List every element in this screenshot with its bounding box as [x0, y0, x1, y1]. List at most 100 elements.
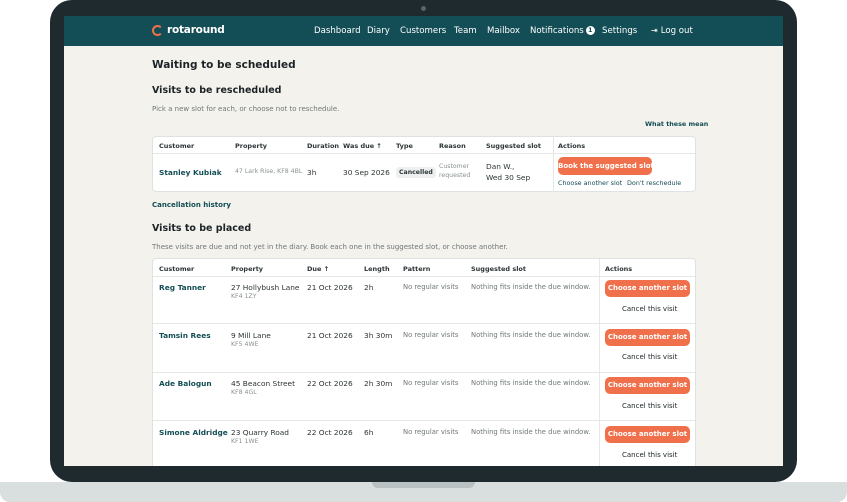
reschedule-table: Customer Property Duration Was due ↑ Typ… [152, 136, 696, 192]
status-badge: Cancelled [396, 167, 436, 178]
nav-customers[interactable]: Customers [400, 26, 446, 36]
row-street: 23 Quarry Road [231, 428, 289, 437]
col-duration: Duration [307, 142, 340, 150]
row-postcode: KF1 1WE [231, 438, 259, 445]
nav-diary[interactable]: Diary [367, 26, 390, 36]
row-length: 3h 30m [364, 331, 393, 340]
col-actions: Actions [605, 265, 633, 273]
brand-name: rotaround [167, 24, 225, 36]
top-nav: rotaround Dashboard Diary Customers Team… [64, 16, 783, 46]
nav-notifications[interactable]: Notifications 1 [530, 26, 595, 36]
col-length: Length [364, 265, 390, 273]
nav-settings[interactable]: Settings [602, 26, 637, 36]
row-slot: Nothing fits inside the due window. [471, 379, 591, 387]
col-type: Type [396, 142, 413, 150]
row-customer[interactable]: Ade Balogun [159, 379, 212, 388]
row-slot: Nothing fits inside the due window. [471, 331, 591, 339]
col-property: Property [235, 142, 268, 150]
camera-icon [421, 6, 426, 11]
row-street: 9 Mill Lane [231, 331, 271, 340]
sort-arrow-icon: ↑ [323, 265, 330, 273]
row-pattern: No regular visits [403, 379, 459, 387]
brand[interactable]: rotaround [152, 24, 225, 36]
row-customer[interactable]: Tamsin Rees [159, 331, 211, 340]
col-was-due-label: Was due [343, 142, 375, 150]
row-street: 45 Beacon Street [231, 379, 295, 388]
col-was-due[interactable]: Was due ↑ [343, 142, 382, 150]
col-suggested-slot: Suggested slot [486, 142, 541, 150]
row-due: 21 Oct 2026 [307, 331, 353, 340]
col-reason: Reason [439, 142, 466, 150]
what-these-mean-link[interactable]: What these mean [645, 120, 708, 128]
row-slot: Nothing fits inside the due window. [471, 283, 591, 291]
col-due[interactable]: Due ↑ [307, 265, 329, 273]
logout-link[interactable]: ⇥ Log out [651, 26, 693, 36]
nav-team[interactable]: Team [454, 26, 477, 36]
col-pattern: Pattern [403, 265, 431, 273]
nav-notifications-label: Notifications [530, 26, 584, 36]
row-length: 6h [364, 428, 374, 437]
row-due: 22 Oct 2026 [307, 379, 353, 388]
app-screen: rotaround Dashboard Diary Customers Team… [64, 16, 783, 466]
row-reason-line1: Customer [439, 163, 470, 170]
nav-dashboard[interactable]: Dashboard [314, 26, 361, 36]
sort-arrow-icon: ↑ [376, 142, 382, 150]
row-slot: Nothing fits inside the due window. [471, 428, 591, 436]
row-reason-line2: requested [439, 172, 471, 179]
placed-subtitle: These visits are due and not yet in the … [152, 243, 508, 251]
row-postcode: KF4 1ZY [231, 293, 257, 300]
row-duration: 3h [307, 168, 317, 177]
page-title: Waiting to be scheduled [152, 59, 296, 71]
choose-another-slot-button[interactable]: Choose another slot [605, 426, 690, 443]
row-divider [153, 323, 695, 324]
placed-table: Customer Property Due ↑ Length Pattern S… [152, 258, 696, 466]
choose-another-slot-button[interactable]: Choose another slot [605, 377, 690, 394]
col-customer: Customer [159, 265, 195, 273]
row-street: 27 Hollybush Lane [231, 283, 300, 292]
row-customer[interactable]: Stanley Kubiak [159, 168, 222, 177]
cancel-visit-link[interactable]: Cancel this visit [622, 402, 677, 410]
row-property: 47 Lark Rise, KF8 4BL [235, 168, 303, 175]
row-due: 22 Oct 2026 [307, 428, 353, 437]
cancel-visit-link[interactable]: Cancel this visit [622, 353, 677, 361]
row-customer[interactable]: Reg Tanner [159, 283, 206, 292]
col-customer: Customer [159, 142, 195, 150]
logout-label: Log out [660, 26, 693, 36]
nav-mailbox[interactable]: Mailbox [487, 26, 520, 36]
choose-another-slot-link[interactable]: Choose another slot [558, 179, 622, 187]
reschedule-title: Visits to be rescheduled [152, 85, 282, 96]
row-due: 21 Oct 2026 [307, 283, 353, 292]
row-divider [153, 420, 695, 421]
row-customer[interactable]: Simone Aldridge [159, 428, 228, 437]
col-suggested-slot: Suggested slot [471, 265, 526, 273]
reschedule-subtitle: Pick a new slot for each, or choose not … [152, 105, 340, 113]
row-length: 2h 30m [364, 379, 393, 388]
dont-reschedule-link[interactable]: Don't reschedule [627, 179, 681, 187]
notifications-badge: 1 [585, 26, 595, 35]
header-divider [153, 153, 695, 154]
logout-icon: ⇥ [651, 26, 658, 35]
row-length: 2h [364, 283, 374, 292]
row-slot-line2: Wed 30 Sep [486, 173, 531, 182]
row-pattern: No regular visits [403, 283, 459, 291]
rotaround-logo-icon [152, 24, 163, 36]
col-due-label: Due [307, 265, 322, 273]
choose-another-slot-button[interactable]: Choose another slot [605, 329, 690, 346]
book-suggested-slot-button[interactable]: Book the suggested slot [558, 157, 654, 175]
row-pattern: No regular visits [403, 428, 459, 436]
row-was-due: 30 Sep 2026 [343, 168, 390, 177]
cancellation-history-link[interactable]: Cancellation history [152, 201, 231, 209]
cancel-visit-link[interactable]: Cancel this visit [622, 451, 677, 459]
row-postcode: KF5 4WE [231, 341, 259, 348]
choose-another-slot-button[interactable]: Choose another slot [605, 280, 690, 297]
actions-divider [553, 137, 554, 191]
col-actions: Actions [558, 142, 586, 150]
row-pattern: No regular visits [403, 331, 459, 339]
placed-title: Visits to be placed [152, 223, 252, 234]
laptop-notch [372, 482, 475, 488]
row-slot-line1: Dan W., [486, 162, 515, 171]
col-property: Property [231, 265, 264, 273]
cancel-visit-link[interactable]: Cancel this visit [622, 305, 677, 313]
row-postcode: KF8 4GL [231, 389, 257, 396]
header-divider [153, 276, 695, 277]
